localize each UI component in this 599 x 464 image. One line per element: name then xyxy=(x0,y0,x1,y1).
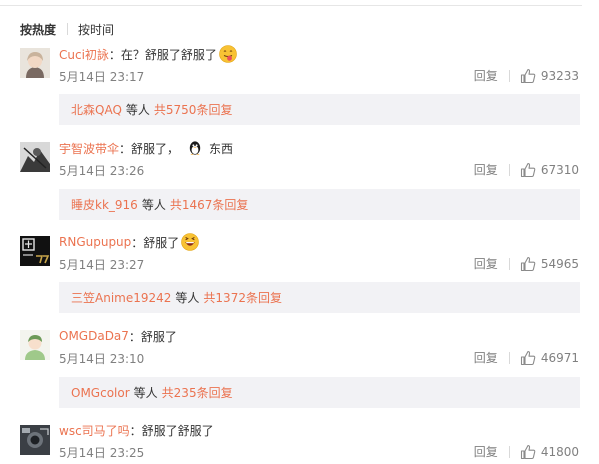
reply-button[interactable]: 回复 xyxy=(474,161,498,178)
reply-total-link[interactable]: 共5750条回复 xyxy=(154,101,233,118)
comment-actions: 回复 54965 xyxy=(474,255,579,272)
sort-bar: 按热度 按时间 xyxy=(20,21,114,37)
comment-line: OMGDaDa7 ：舒服了 xyxy=(59,327,177,345)
comment-item: OMGDaDa7 ：舒服了 5月14日 23:10 回复 46971 OMGco… xyxy=(0,327,599,417)
avatar[interactable] xyxy=(20,48,50,78)
like-icon[interactable] xyxy=(520,256,536,272)
comment-actions: 回复 67310 xyxy=(474,161,579,178)
laughing-emoji xyxy=(181,233,200,251)
like-icon[interactable] xyxy=(520,444,536,460)
reply-preview-deng: 等人 xyxy=(125,103,150,117)
comment-username[interactable]: Cuci初詠 xyxy=(59,46,109,63)
sort-divider xyxy=(67,23,69,35)
replies-summary[interactable]: 三笠Anime19242 等人 共1372条回复 xyxy=(59,282,580,313)
comment-time: 5月14日 23:10 xyxy=(59,352,145,366)
top-divider xyxy=(0,5,582,6)
comment-line: Cuci初詠 ：在？舒服了舒服了 xyxy=(59,45,237,63)
reply-total-link[interactable]: 共1372条回复 xyxy=(203,289,282,306)
comment-time: 5月14日 23:27 xyxy=(59,258,145,272)
tongue-out-emoji xyxy=(219,45,237,63)
avatar[interactable] xyxy=(20,236,50,266)
reply-button[interactable]: 回复 xyxy=(474,67,498,84)
comment-username[interactable]: RNGupupup xyxy=(59,235,131,249)
action-divider xyxy=(508,445,510,458)
like-icon[interactable] xyxy=(520,350,536,366)
like-count: 41800 xyxy=(540,444,579,459)
action-divider xyxy=(508,69,510,82)
reply-preview-user[interactable]: 北森QAQ xyxy=(71,101,122,118)
like-count: 54965 xyxy=(540,256,579,271)
replies-summary[interactable]: 睡皮kk_916 等人 共1467条回复 xyxy=(59,189,580,220)
qq-penguin-icon xyxy=(189,141,201,155)
reply-total-link[interactable]: 共235条回复 xyxy=(162,384,233,401)
reply-preview-deng: 等人 xyxy=(133,386,158,400)
comment-text: ：在？舒服了舒服了 xyxy=(108,47,217,62)
comment-item: wsc司马了吗 ：舒服了舒服了 5月14日 23:25 回复 41800 xyxy=(0,421,599,464)
avatar[interactable] xyxy=(20,425,50,455)
like-count: 46971 xyxy=(540,350,579,365)
reply-button[interactable]: 回复 xyxy=(474,443,498,460)
action-divider xyxy=(508,257,510,270)
comment-time: 5月14日 23:25 xyxy=(59,446,145,460)
comment-line: wsc司马了吗 ：舒服了舒服了 xyxy=(59,421,214,439)
reply-preview-deng: 等人 xyxy=(141,198,166,212)
sort-by-time-tab[interactable]: 按时间 xyxy=(78,21,114,38)
replies-summary[interactable]: 北森QAQ 等人 共5750条回复 xyxy=(59,94,580,125)
comment-text-after: 东西 xyxy=(209,141,234,156)
like-count: 67310 xyxy=(540,162,579,177)
sort-by-hot-tab[interactable]: 按热度 xyxy=(20,21,56,38)
avatar[interactable] xyxy=(20,330,50,360)
comment-time: 5月14日 23:26 xyxy=(59,164,145,178)
comment-username[interactable]: wsc司马了吗 xyxy=(59,422,130,439)
comment-actions: 回复 46971 xyxy=(474,349,579,366)
action-divider xyxy=(508,351,510,364)
comment-text: ：舒服了 xyxy=(128,329,177,344)
like-count: 93233 xyxy=(540,68,579,83)
reply-total-link[interactable]: 共1467条回复 xyxy=(170,196,249,213)
comment-line: RNGupupup ：舒服了 xyxy=(59,233,200,251)
comment-item: Cuci初詠 ：在？舒服了舒服了 5月14日 23:17 回复 93233 北森… xyxy=(0,45,599,135)
reply-button[interactable]: 回复 xyxy=(474,349,498,366)
comment-username[interactable]: OMGDaDa7 xyxy=(59,329,129,343)
replies-summary[interactable]: OMGcolor 等人 共235条回复 xyxy=(59,377,580,408)
like-icon[interactable] xyxy=(520,68,536,84)
reply-preview-deng: 等人 xyxy=(175,291,200,305)
reply-preview-user[interactable]: OMGcolor xyxy=(71,386,130,400)
action-divider xyxy=(508,163,510,176)
comment-text: ：舒服了舒服了 xyxy=(129,423,214,438)
comment-text: ：舒服了 xyxy=(131,235,180,250)
reply-button[interactable]: 回复 xyxy=(474,255,498,272)
comment-username[interactable]: 宇智波带伞 xyxy=(59,140,119,157)
reply-preview-user[interactable]: 三笠Anime19242 xyxy=(71,289,171,306)
avatar[interactable] xyxy=(20,142,50,172)
comment-text: ：舒服了， xyxy=(119,141,180,156)
comment-actions: 回复 41800 xyxy=(474,443,579,460)
comment-actions: 回复 93233 xyxy=(474,67,579,84)
comment-item: 宇智波带伞 ：舒服了， 东西 5月14日 23:26 回复 67310 睡皮kk… xyxy=(0,139,599,229)
comment-time: 5月14日 23:17 xyxy=(59,70,145,84)
like-icon[interactable] xyxy=(520,162,536,178)
comment-item: RNGupupup ：舒服了 5月14日 23:27 回复 54965 三笠An… xyxy=(0,233,599,323)
comment-line: 宇智波带伞 ：舒服了， 东西 xyxy=(59,139,233,157)
reply-preview-user[interactable]: 睡皮kk_916 xyxy=(71,196,138,213)
